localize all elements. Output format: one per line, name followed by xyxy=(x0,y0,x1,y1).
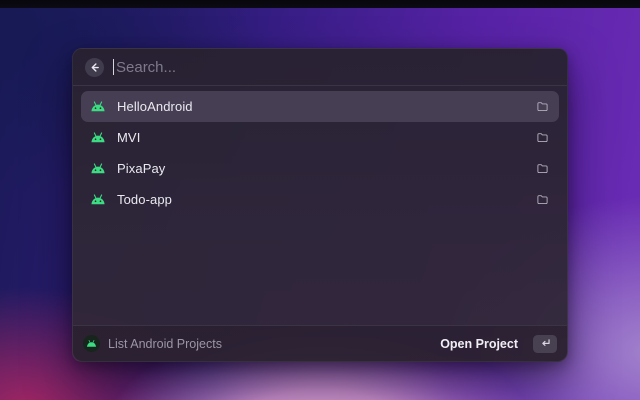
project-name: HelloAndroid xyxy=(117,99,193,114)
folder-icon xyxy=(536,162,550,176)
command-title: List Android Projects xyxy=(108,337,222,351)
search-input[interactable] xyxy=(116,59,555,76)
footer-bar: List Android Projects Open Project xyxy=(73,325,567,361)
android-icon xyxy=(90,162,107,176)
list-item-todo-app[interactable]: Todo-app xyxy=(81,184,559,215)
android-icon xyxy=(90,193,107,207)
project-name: Todo-app xyxy=(117,192,172,207)
macos-menubar xyxy=(0,0,640,8)
search-bar xyxy=(73,49,567,85)
list-item-pixapay[interactable]: PixaPay xyxy=(81,153,559,184)
list-item-helloandroid[interactable]: HelloAndroid xyxy=(81,91,559,122)
extension-android-icon xyxy=(83,335,100,352)
return-keycap[interactable] xyxy=(533,335,557,353)
open-project-action[interactable]: Open Project xyxy=(440,337,518,351)
arrow-left-icon xyxy=(89,62,100,73)
folder-icon xyxy=(536,131,550,145)
desktop: HelloAndroid xyxy=(0,0,640,400)
project-list: HelloAndroid xyxy=(73,86,567,325)
android-icon xyxy=(90,131,107,145)
folder-icon xyxy=(536,193,550,207)
folder-icon xyxy=(536,100,550,114)
text-caret xyxy=(113,59,114,75)
launcher-window: HelloAndroid xyxy=(72,48,568,362)
project-name: MVI xyxy=(117,130,140,145)
android-icon xyxy=(90,100,107,114)
project-name: PixaPay xyxy=(117,161,165,176)
return-icon xyxy=(540,335,551,353)
back-button[interactable] xyxy=(85,58,104,77)
list-item-mvi[interactable]: MVI xyxy=(81,122,559,153)
